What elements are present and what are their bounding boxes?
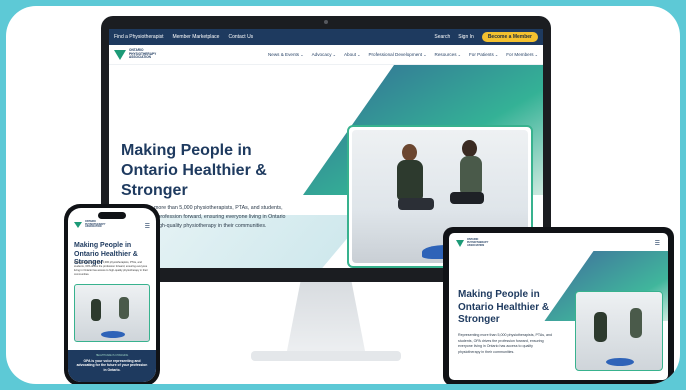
find-physio-link[interactable]: Find a Physiotherapist: [114, 34, 163, 40]
nav-news-events[interactable]: News & Events: [268, 52, 304, 57]
logo-text: ONTARIO PHYSIOTHERAPY ASSOCIATION: [85, 220, 106, 229]
opa-logo[interactable]: ONTARIO PHYSIOTHERAPY ASSOCIATION: [114, 48, 161, 60]
tablet-hero-title: Making People in Ontario Healthier & Str…: [458, 289, 550, 325]
monitor-base: [251, 351, 401, 361]
phone-screen: ONTARIO PHYSIOTHERAPY ASSOCIATION ☰ Maki…: [68, 208, 156, 382]
nav-resources[interactable]: Resources: [435, 52, 461, 57]
nav-advocacy[interactable]: Advocacy: [312, 52, 336, 57]
nav-for-patients[interactable]: For Patients: [469, 52, 498, 57]
camera-dot: [324, 20, 328, 24]
logo-mark-icon: [114, 49, 126, 60]
hero-title: Making People in Ontario Healthier & Str…: [121, 142, 267, 199]
tablet-logo[interactable]: ONTARIO PHYSIOTHERAPY ASSOCIATION: [456, 238, 491, 247]
logo-mark-icon: [74, 222, 82, 229]
search-link[interactable]: Search: [434, 34, 450, 40]
logo-mark-icon: [456, 239, 464, 247]
nav-for-members[interactable]: For Members: [506, 52, 538, 57]
hamburger-icon[interactable]: ☰: [655, 240, 660, 247]
logo-text: ONTARIO PHYSIOTHERAPY ASSOCIATION: [129, 48, 157, 60]
sign-in-link[interactable]: Sign In: [458, 34, 474, 40]
tablet-device: ONTARIO PHYSIOTHERAPY ASSOCIATION ☰ Maki…: [443, 227, 674, 384]
tablet-hero-body: Representing more than 5,000 physiothera…: [458, 333, 553, 354]
band-eyebrow: HEALTHCARE IS CHANGING: [95, 354, 129, 357]
monitor-stand: [286, 282, 366, 356]
hamburger-icon[interactable]: ☰: [145, 223, 150, 230]
promo-card: Find a Physiotherapist Member Marketplac…: [6, 6, 680, 384]
member-marketplace-link[interactable]: Member Marketplace: [172, 34, 219, 40]
contact-us-link[interactable]: Contact Us: [228, 34, 253, 40]
phone-notch: [98, 212, 126, 219]
utility-bar: Find a Physiotherapist Member Marketplac…: [109, 29, 543, 45]
phone-device: ONTARIO PHYSIOTHERAPY ASSOCIATION ☰ Maki…: [64, 204, 160, 384]
phone-promo-band: HEALTHCARE IS CHANGING OPA is your voice…: [68, 350, 156, 382]
phone-logo[interactable]: ONTARIO PHYSIOTHERAPY ASSOCIATION: [74, 220, 107, 229]
band-text: OPA is your voice representing and advoc…: [76, 359, 148, 372]
tablet-hero-photo: [575, 291, 663, 371]
nav-professional-development[interactable]: Professional Development: [368, 52, 426, 57]
nav-about[interactable]: About: [344, 52, 360, 57]
tablet-screen: ONTARIO PHYSIOTHERAPY ASSOCIATION ☰ Maki…: [449, 233, 668, 380]
phone-hero-body: Representing more than 5,000 physiothera…: [74, 261, 148, 276]
phone-hero-photo: [74, 284, 150, 342]
logo-text: ONTARIO PHYSIOTHERAPY ASSOCIATION: [467, 238, 489, 247]
become-member-button[interactable]: Become a Member: [481, 32, 538, 42]
main-nav: ONTARIO PHYSIOTHERAPY ASSOCIATION News &…: [109, 45, 543, 65]
